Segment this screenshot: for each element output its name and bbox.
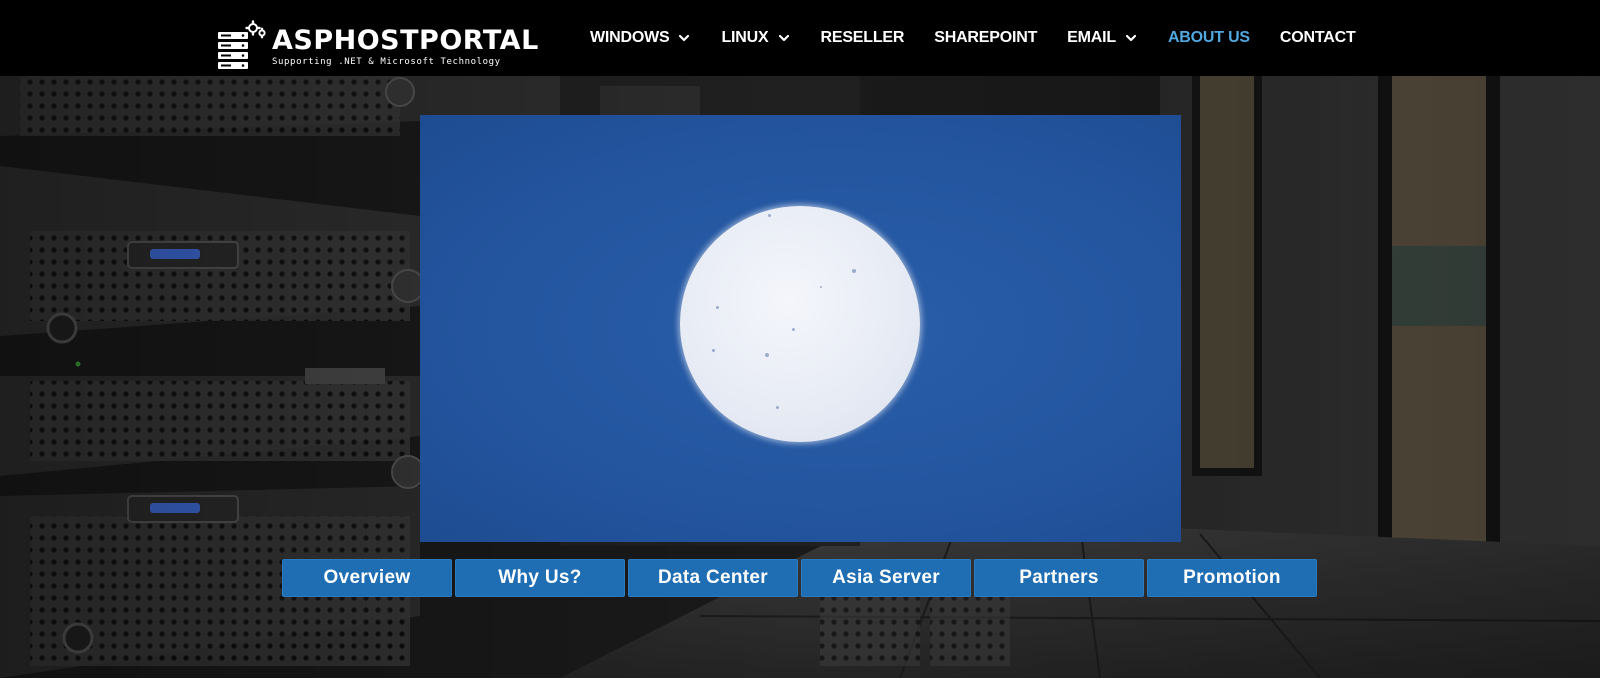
tab-asia-server[interactable]: Asia Server	[801, 559, 971, 597]
brand-tagline: Supporting .NET & Microsoft Technology	[272, 57, 501, 67]
tab-why-us[interactable]: Why Us?	[455, 559, 625, 597]
nav-item-about-us[interactable]: ABOUT US	[1168, 0, 1250, 76]
brand-name: ASPHOSTPORTAL	[272, 25, 539, 56]
nav-item-label: RESELLER	[820, 29, 905, 46]
tab-overview[interactable]: Overview	[282, 559, 452, 597]
chevron-down-icon	[1124, 31, 1138, 45]
site-header: ASPHOSTPORTAL Supporting .NET & Microsof…	[0, 0, 1600, 76]
nav-item-windows[interactable]: WINDOWS	[590, 0, 691, 76]
nav-item-sharepoint[interactable]: SHAREPOINT	[934, 0, 1037, 76]
nav-item-label: EMAIL	[1067, 29, 1116, 46]
nav-item-label: CONTACT	[1279, 29, 1356, 46]
nav-item-email[interactable]: EMAIL	[1067, 0, 1138, 76]
nav-item-contact[interactable]: CONTACT	[1280, 0, 1356, 76]
video-player[interactable]	[420, 115, 1181, 542]
nav-item-label: ABOUT US	[1167, 29, 1250, 46]
server-gear-logo-icon	[218, 20, 266, 69]
hero-section: Overview Why Us? Data Center Asia Server…	[0, 76, 1600, 678]
nav-item-label: WINDOWS	[590, 29, 670, 46]
brand-logo[interactable]: ASPHOSTPORTAL Supporting .NET & Microsof…	[216, 20, 538, 72]
nav-item-linux[interactable]: LINUX	[721, 0, 790, 76]
nav-item-reseller[interactable]: RESELLER	[821, 0, 905, 76]
chevron-down-icon	[777, 31, 791, 45]
chevron-down-icon	[677, 31, 691, 45]
tab-partners[interactable]: Partners	[974, 559, 1144, 597]
tab-promotion[interactable]: Promotion	[1147, 559, 1317, 597]
main-nav: WINDOWS LINUX RESELLER SHAREPOINT EMAIL …	[590, 0, 1386, 76]
about-section-tabs: Overview Why Us? Data Center Asia Server…	[282, 559, 1320, 597]
nav-item-label: SHAREPOINT	[934, 29, 1038, 46]
full-moon-image	[680, 206, 920, 442]
nav-item-label: LINUX	[721, 29, 769, 46]
tab-data-center[interactable]: Data Center	[628, 559, 798, 597]
